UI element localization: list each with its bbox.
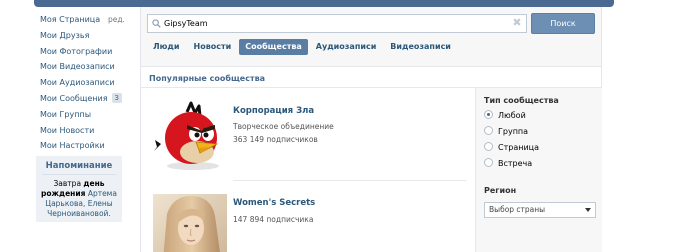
angry-bird-icon[interactable] <box>153 100 227 174</box>
sidebar-item-messages[interactable]: Мои Сообщения 3 <box>40 91 130 107</box>
sidebar-item-audio[interactable]: Мои Аудиозаписи <box>40 75 130 91</box>
radio-icon <box>484 110 493 119</box>
radio-type-any[interactable]: Любой <box>484 110 526 122</box>
edit-profile-link[interactable]: ред. <box>108 12 125 28</box>
group-type: Творческое объединение <box>233 122 334 131</box>
chevron-down-icon <box>585 208 591 212</box>
radio-label: Группа <box>498 127 529 136</box>
filter-panel: Тип сообщества Любой Группа Страница Вст… <box>475 88 602 252</box>
reminder-box: Напоминание Завтра день рождения Артема … <box>36 156 122 222</box>
group-subscribers: 147 894 подписчика <box>233 215 314 224</box>
radio-icon <box>484 142 493 151</box>
tab-news[interactable]: Новости <box>188 39 238 55</box>
sidebar-item-label: Мои Сообщения <box>40 93 108 103</box>
search-area: ✖ Поиск ЛюдиНовостиСообществаАудиозаписи… <box>141 7 601 67</box>
radio-label: Любой <box>498 111 526 120</box>
reminder-title: Напоминание <box>42 161 116 175</box>
messages-count-badge: 3 <box>111 92 123 103</box>
radio-label: Встреча <box>498 159 533 168</box>
tab-audio[interactable]: Аудиозаписи <box>310 39 383 55</box>
group-subscribers: 363 149 подписчиков <box>233 135 318 144</box>
tab-video[interactable]: Видеозаписи <box>384 39 457 55</box>
tab-communities[interactable]: Сообщества <box>239 39 308 55</box>
clear-search-icon[interactable]: ✖ <box>512 17 522 28</box>
section-title: Популярные сообщества <box>149 74 266 83</box>
search-icon <box>152 19 161 28</box>
group-name-link[interactable]: Women's Secrets <box>233 198 315 208</box>
main-panel: ✖ Поиск ЛюдиНовостиСообществаАудиозаписи… <box>140 7 602 252</box>
radio-type-page[interactable]: Страница <box>484 142 539 154</box>
reminder-text-start: Завтра <box>53 179 84 188</box>
country-select[interactable]: Выбор страны <box>484 202 596 218</box>
search-tabs: Люди Новости Сообщества Аудиозаписи Видеозап… <box>147 39 459 55</box>
search-box[interactable]: ✖ <box>147 14 527 33</box>
results-list: Корпорация Зла Творческое объединение 36… <box>141 88 474 252</box>
region-title: Регион <box>484 186 517 195</box>
top-header-bar <box>34 0 614 7</box>
sidebar-item-news[interactable]: Мои Новости <box>40 123 130 139</box>
divider <box>233 180 466 181</box>
radio-icon <box>484 158 493 167</box>
sidebar-item-photos[interactable]: Мои Фотографии <box>40 44 130 60</box>
radio-type-event[interactable]: Встреча <box>484 158 532 170</box>
sidebar-item-settings[interactable]: Мои Настройки <box>40 138 130 154</box>
community-type-title: Тип сообщества <box>484 96 559 105</box>
radio-type-group[interactable]: Группа <box>484 126 528 138</box>
sidebar-item-videos[interactable]: Мои Видеозаписи <box>40 59 130 75</box>
sidebar-item-friends[interactable]: Мои Друзья <box>40 28 130 44</box>
radio-icon <box>484 126 493 135</box>
reminder-text: Завтра день рождения Артема Царькова, Ел… <box>36 179 122 219</box>
woman-photo[interactable] <box>153 194 227 252</box>
group-name-link[interactable]: Корпорация Зла <box>233 106 314 116</box>
tab-people[interactable]: Люди <box>147 39 186 55</box>
radio-label: Страница <box>498 143 540 152</box>
sidebar-item-groups[interactable]: Мои Группы <box>40 107 130 123</box>
left-sidebar: ред. Моя Страница Мои Друзья Мои Фотогра… <box>40 12 130 154</box>
search-input[interactable] <box>164 15 504 32</box>
search-button[interactable]: Поиск <box>531 13 595 34</box>
country-select-value: Выбор страны <box>489 205 546 214</box>
